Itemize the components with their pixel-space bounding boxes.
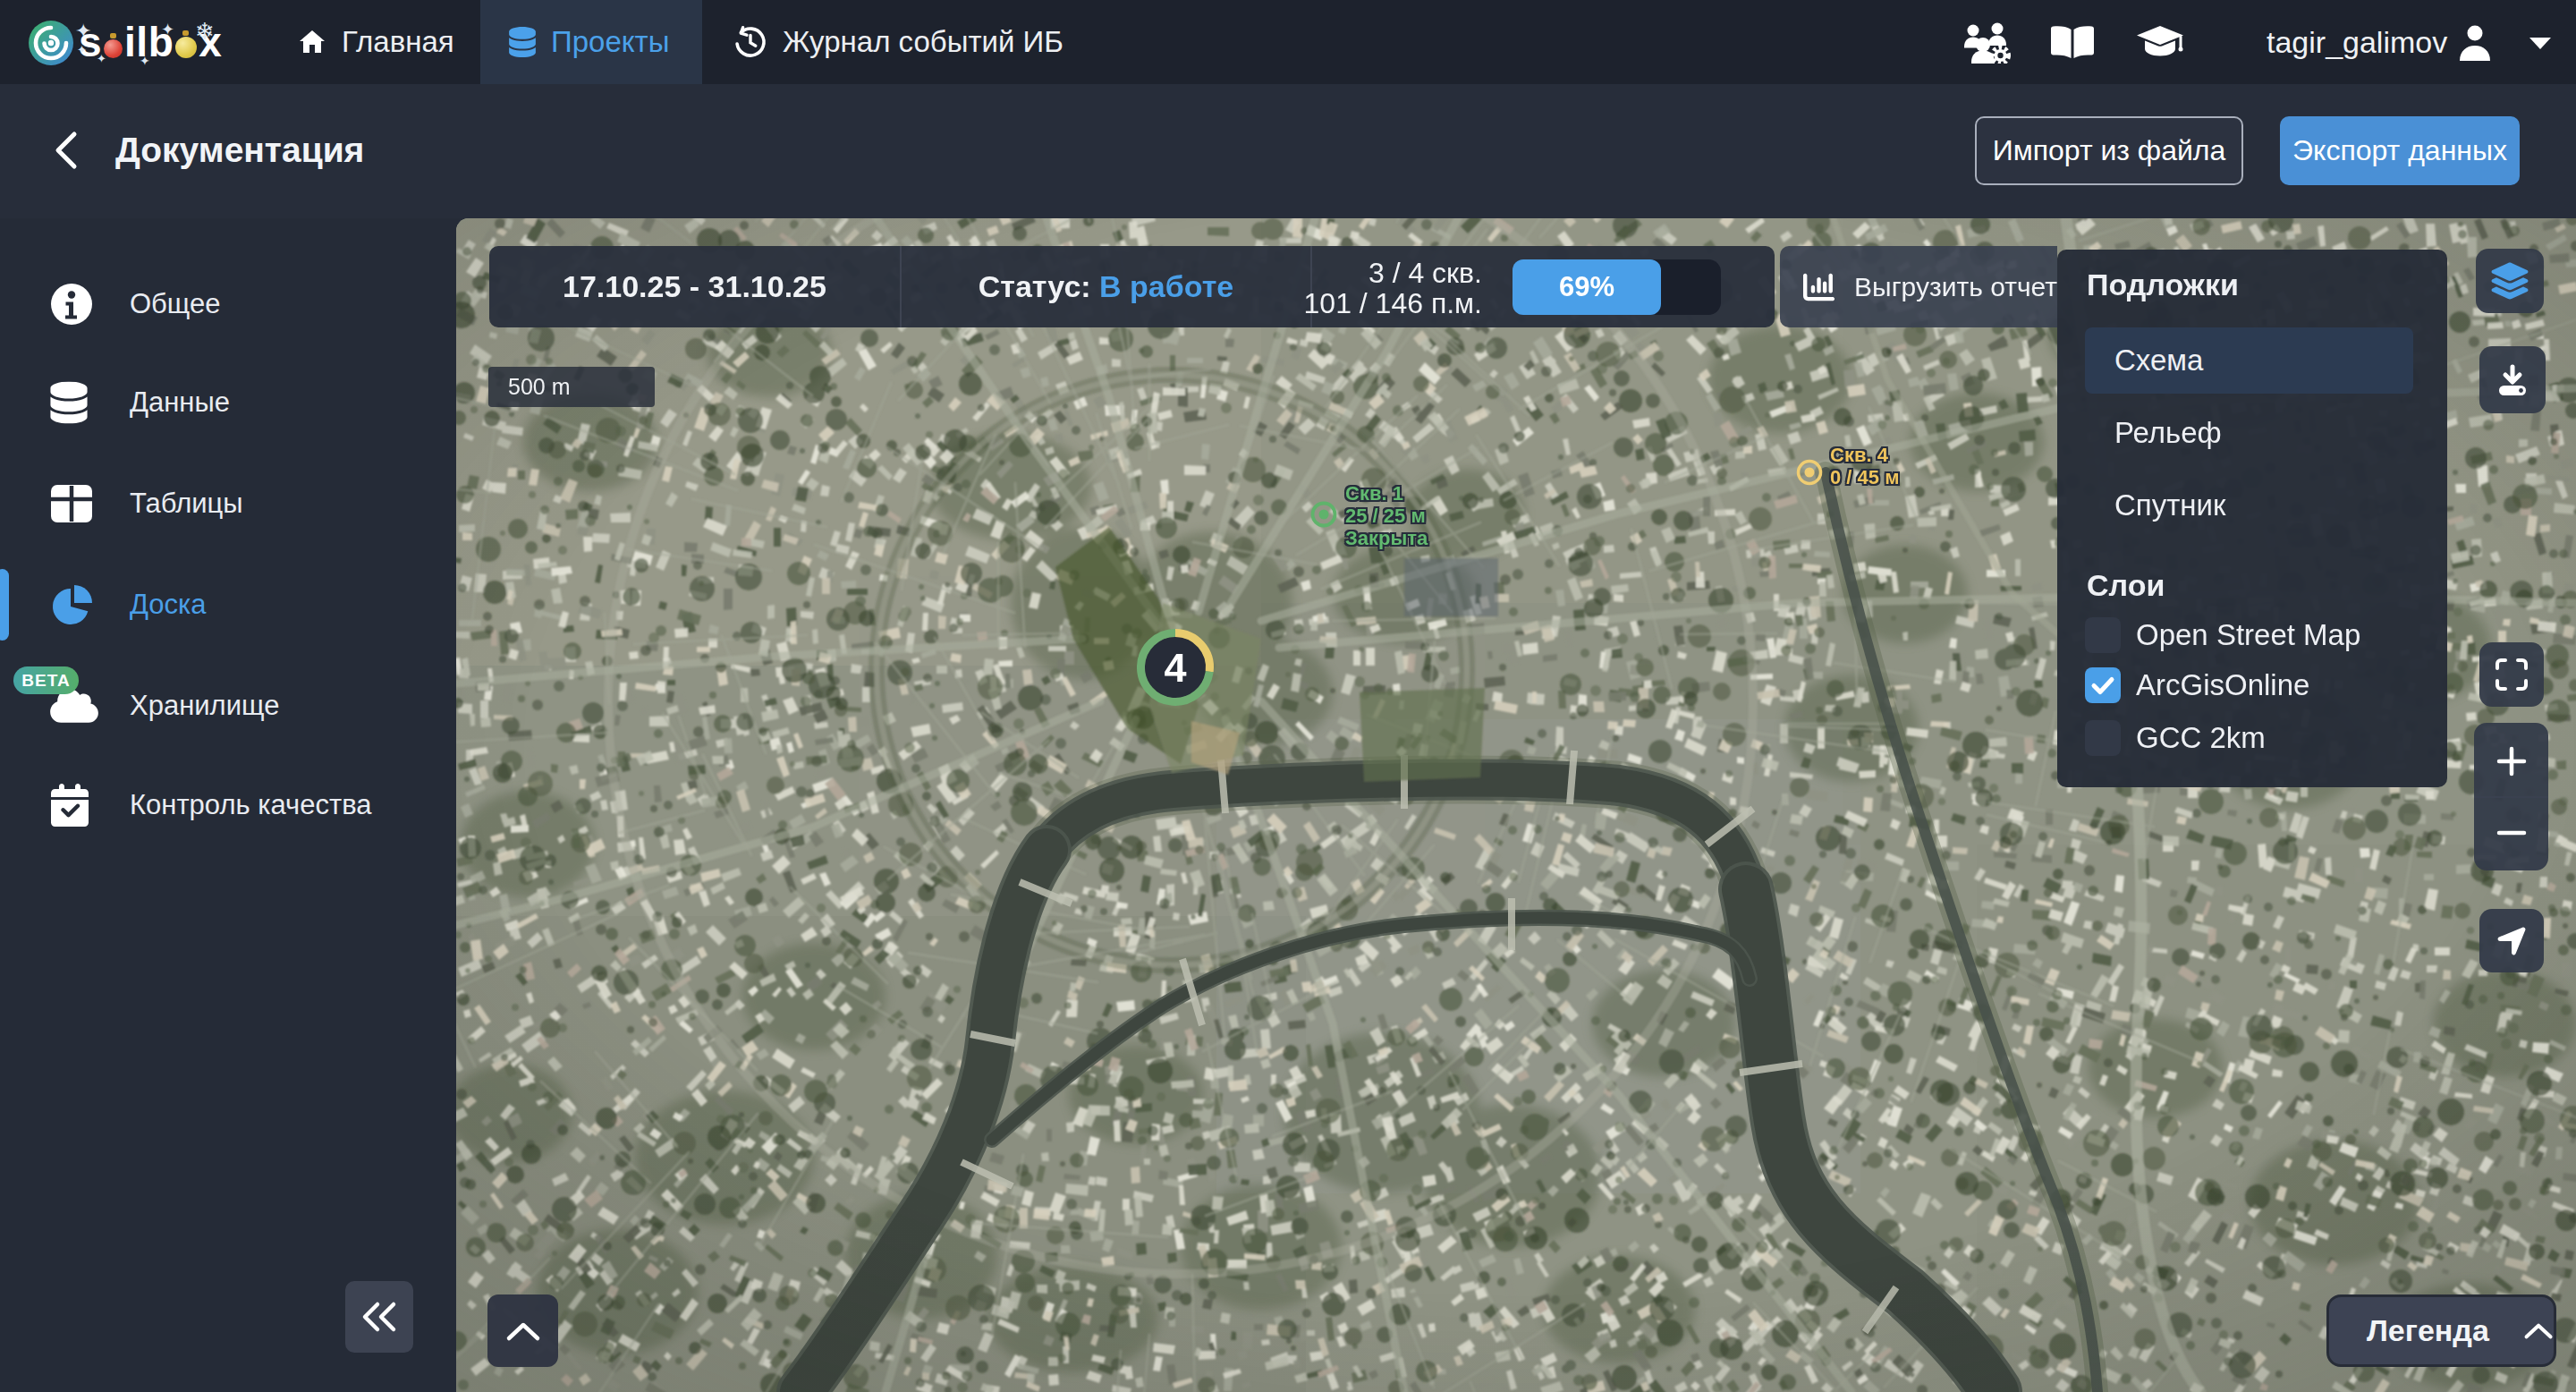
svg-text:4: 4	[1164, 645, 1186, 691]
